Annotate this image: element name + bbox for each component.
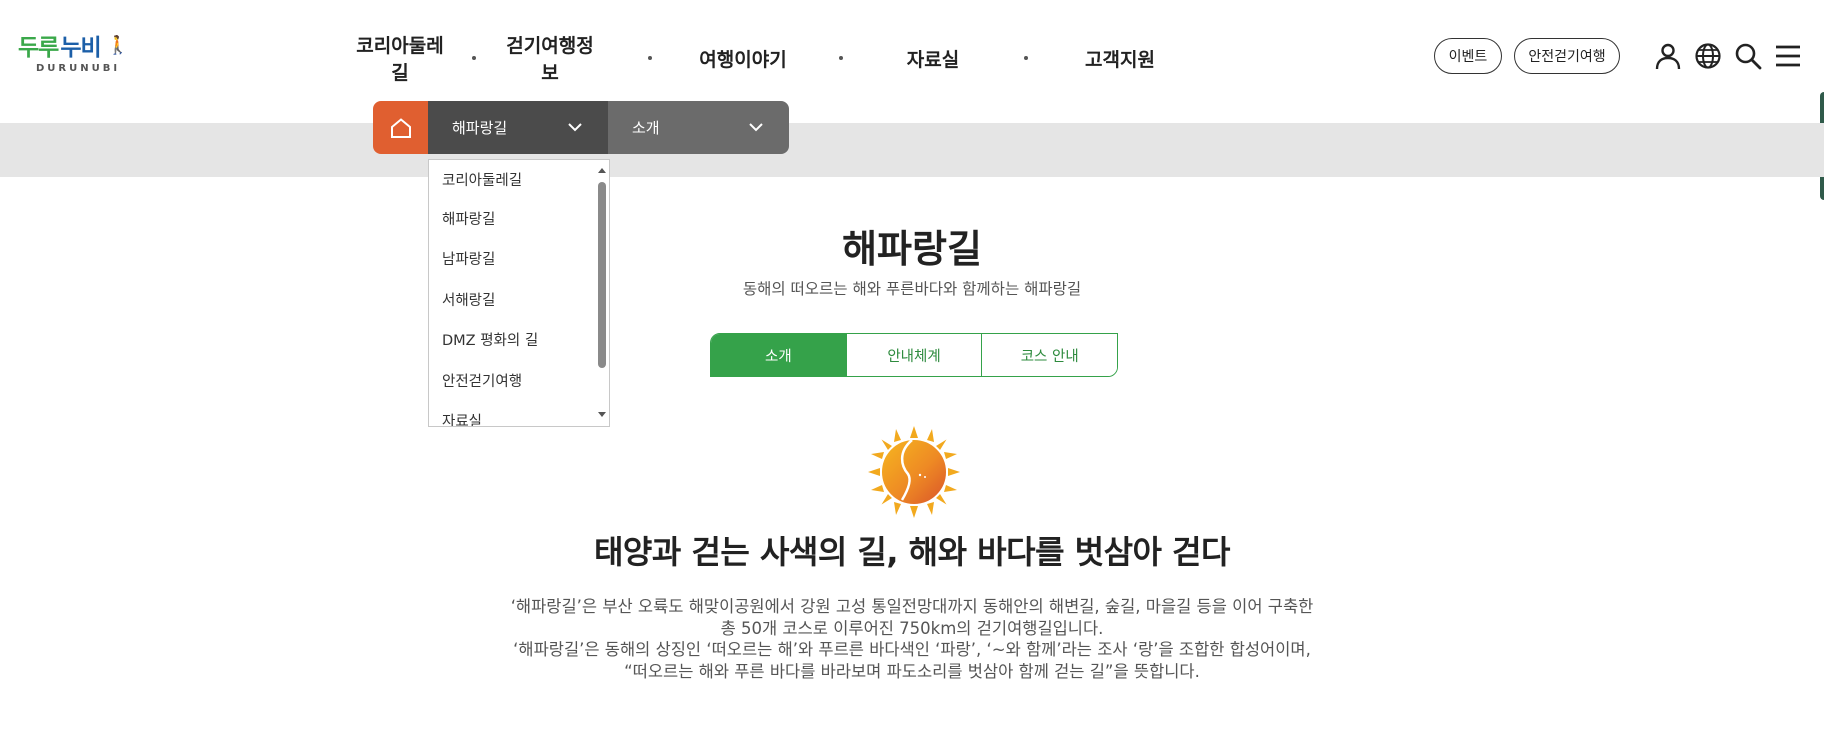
home-button[interactable] <box>373 101 428 154</box>
location-depth1-label: 해파랑길 <box>452 119 508 137</box>
sub-visual-band <box>0 123 1824 177</box>
dropdown-item-safe-walking[interactable]: 안전걷기여행 <box>429 360 595 401</box>
description-line: ‘해파랑길’은 동해의 상징인 ‘떠오르는 해’와 푸르른 바다색인 ‘파랑’,… <box>513 640 1311 659</box>
walker-icon: 🚶 <box>106 34 129 56</box>
haeparang-sun-emblem <box>868 426 960 518</box>
tab-intro[interactable]: 소개 <box>711 334 846 376</box>
gnb-item-walking-info[interactable]: 걷기여행정보 <box>498 31 602 85</box>
gnb-item-korea-dulle[interactable]: 코리아둘레길 <box>350 31 450 85</box>
description-line: “떠오르는 해와 푸른 바다를 바라보며 파도소리를 벗삼아 함께 걷는 길”을… <box>624 661 1200 681</box>
home-icon <box>390 117 411 138</box>
gnb-separator <box>1024 56 1028 60</box>
scrollbar-thumb[interactable] <box>598 182 606 368</box>
gnb-separator <box>472 56 476 60</box>
page-subtitle: 동해의 떠오르는 해와 푸른바다와 함께하는 해파랑길 <box>742 280 1082 298</box>
tab-guide-system[interactable]: 안내체계 <box>845 334 982 376</box>
chevron-down-icon <box>568 123 582 132</box>
globe-icon[interactable] <box>1692 40 1724 72</box>
scroll-down-arrow-icon[interactable] <box>598 412 606 417</box>
description-line: 총 50개 코스로 이루어진 750km의 걷기여행길입니다. <box>720 618 1104 638</box>
durunubi-logo[interactable]: 두루 누비 🚶 DURUNUBI <box>18 28 138 78</box>
chevron-down-icon <box>749 123 763 132</box>
description-line: ‘해파랑길’은 부산 오륙도 해맞이공원에서 강원 고성 통일전망대까지 동해안… <box>510 597 1314 616</box>
content-description: ‘해파랑길’은 부산 오륙도 해맞이공원에서 강원 고성 통일전망대까지 동해안… <box>0 596 1824 682</box>
scroll-up-arrow-icon[interactable] <box>598 168 606 173</box>
gnb-item-travel-story[interactable]: 여행이야기 <box>698 45 788 72</box>
gnb-separator <box>839 56 843 60</box>
logo-text-green: 두루 <box>18 35 59 61</box>
global-nav: 코리아둘레길 걷기여행정보 여행이야기 자료실 고객지원 <box>350 35 1160 84</box>
dropdown-item-dmz[interactable]: DMZ 평화의 길 <box>429 320 595 361</box>
safe-walking-button[interactable]: 안전걷기여행 <box>1514 38 1620 74</box>
gnb-item-archive[interactable]: 자료실 <box>894 45 972 72</box>
gnb-separator <box>648 56 652 60</box>
logo-text-blue: 누비 <box>60 35 101 61</box>
location-depth2-label: 소개 <box>632 119 660 137</box>
location-depth2-select[interactable]: 소개 <box>608 101 789 154</box>
event-button[interactable]: 이벤트 <box>1434 38 1502 74</box>
dropdown-item-korea-dulle[interactable]: 코리아둘레길 <box>429 160 595 198</box>
content-tabs: 소개 안내체계 코스 안내 <box>710 333 1118 377</box>
page-title: 해파랑길 <box>842 227 982 271</box>
content-headline: 태양과 걷는 사색의 길, 해와 바다를 벗삼아 걷다 <box>593 533 1231 571</box>
logo-subtext: DURUNUBI <box>36 63 121 74</box>
hamburger-icon[interactable] <box>1772 40 1804 72</box>
site-header: 두루 누비 🚶 DURUNUBI 코리아둘레길 걷기여행정보 여행이야기 자료실 고… <box>0 0 1824 106</box>
search-icon[interactable] <box>1732 40 1764 72</box>
user-icon[interactable] <box>1652 40 1684 72</box>
tab-course-guide[interactable]: 코스 안내 <box>981 334 1117 376</box>
dropdown-item-archive[interactable]: 자료실 <box>429 401 595 426</box>
location-depth1-select[interactable]: 해파랑길 <box>428 101 608 154</box>
gnb-item-support[interactable]: 고객지원 <box>1080 45 1160 72</box>
